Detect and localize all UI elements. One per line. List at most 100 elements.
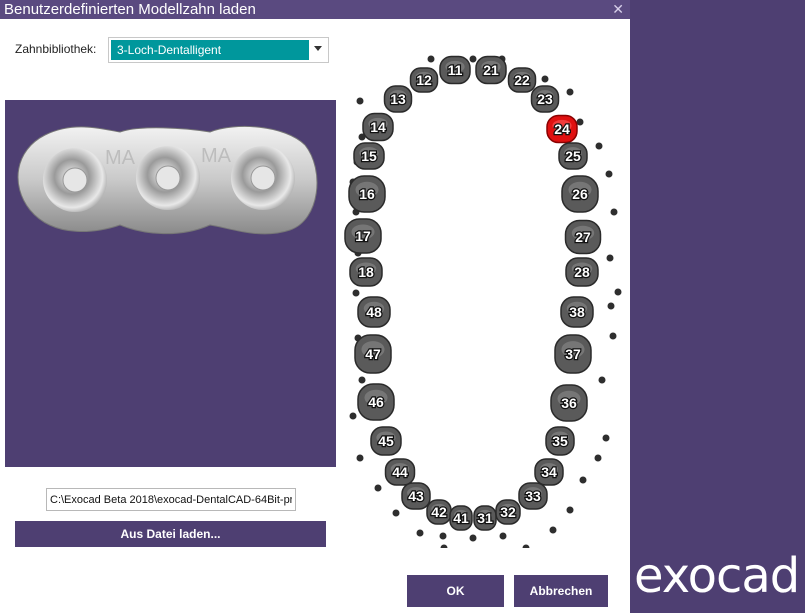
tooth-marker-dot (356, 454, 364, 462)
exocad-logo: exocad (634, 548, 800, 604)
load-from-file-button[interactable]: Aus Datei laden... (15, 521, 326, 547)
tooth-marker-dot (469, 55, 477, 63)
tooth-marker-dot (595, 142, 603, 150)
tooth-34[interactable]: 34 (534, 458, 564, 486)
tooth-number-label: 37 (565, 346, 581, 362)
tooth-number-label: 31 (477, 510, 493, 526)
library-select[interactable]: 3-Loch-Dentalligent (108, 37, 329, 63)
tooth-marker-dot (614, 288, 622, 296)
cancel-button[interactable]: Abbrechen (514, 575, 608, 607)
tooth-marker-dot (594, 454, 602, 462)
tooth-marker-dot (392, 509, 400, 517)
tooth-number-label: 18 (358, 264, 374, 280)
engraving-text: MA (201, 145, 232, 167)
tooth-number-label: 28 (574, 264, 590, 280)
tooth-marker-dot (356, 97, 364, 105)
tooth-number-label: 48 (366, 304, 382, 320)
tooth-14[interactable]: 14 (362, 112, 394, 142)
tooth-number-label: 25 (565, 148, 581, 164)
tooth-24[interactable]: 24 (546, 114, 578, 144)
tooth-marker-dot (374, 484, 382, 492)
tooth-marker-dot (576, 118, 584, 126)
tooth-number-label: 12 (416, 72, 432, 88)
tooth-12[interactable]: 12 (409, 67, 439, 93)
tooth-41[interactable]: 41 (449, 505, 473, 531)
dialog: Benutzerdefinierten Modellzahn laden ✕ Z… (0, 0, 630, 613)
tooth-marker-dot (605, 170, 613, 178)
tooth-number-label: 27 (575, 229, 591, 245)
tooth-number-label: 46 (368, 394, 384, 410)
tooth-marker-dot (499, 532, 507, 540)
tooth-marker-dot (566, 88, 574, 96)
tooth-33[interactable]: 33 (518, 482, 548, 510)
tooth-18[interactable]: 18 (349, 257, 383, 287)
tooth-marker-dot (469, 534, 477, 542)
tooth-number-label: 38 (569, 304, 585, 320)
tooth-35[interactable]: 35 (545, 426, 575, 456)
tooth-marker-dot (598, 376, 606, 384)
window-title: Benutzerdefinierten Modellzahn laden (4, 1, 256, 18)
tooth-38[interactable]: 38 (560, 296, 594, 328)
tooth-marker-dot (607, 302, 615, 310)
tooth-11[interactable]: 11 (439, 55, 471, 85)
tooth-23[interactable]: 23 (530, 85, 560, 113)
tooth-number-label: 17 (355, 228, 371, 244)
close-icon[interactable]: ✕ (612, 0, 624, 18)
tooth-32[interactable]: 32 (495, 499, 521, 525)
tooth-number-label: 24 (554, 121, 570, 137)
chevron-down-icon[interactable] (314, 46, 322, 51)
tooth-16[interactable]: 16 (348, 175, 386, 213)
tooth-36[interactable]: 36 (550, 384, 588, 422)
tooth-22[interactable]: 22 (507, 67, 537, 93)
ok-button[interactable]: OK (407, 575, 504, 607)
tooth-31[interactable]: 31 (473, 505, 497, 531)
tooth-28[interactable]: 28 (565, 257, 599, 287)
tooth-marker-dot (358, 376, 366, 384)
tooth-21[interactable]: 21 (475, 55, 507, 85)
dental-chart: 18 17 16 15 14 13 12 11 21 22 2324 25 26 27 28 48 47 46 45… (344, 55, 622, 548)
tooth-number-label: 33 (525, 488, 541, 504)
file-path-field[interactable] (46, 488, 296, 511)
tooth-15[interactable]: 15 (353, 142, 385, 170)
tooth-25[interactable]: 25 (558, 142, 588, 170)
tooth-48[interactable]: 48 (357, 296, 391, 328)
tooth-46[interactable]: 46 (357, 383, 395, 421)
model-tooth-preview-image: MA MA (17, 125, 318, 235)
tooth-number-label: 21 (483, 62, 499, 78)
tooth-42[interactable]: 42 (426, 499, 452, 525)
tooth-marker-dot (522, 544, 530, 548)
tooth-number-label: 43 (408, 488, 424, 504)
tooth-number-label: 13 (390, 91, 406, 107)
library-selected-value: 3-Loch-Dentalligent (111, 40, 309, 60)
tooth-marker-dot (610, 208, 618, 216)
tooth-number-label: 35 (552, 433, 568, 449)
tooth-marker-dot (352, 289, 360, 297)
tooth-number-label: 42 (431, 504, 447, 520)
tooth-37[interactable]: 37 (554, 334, 592, 374)
tooth-43[interactable]: 43 (401, 482, 431, 510)
tooth-number-label: 11 (448, 62, 463, 78)
tooth-45[interactable]: 45 (370, 426, 402, 456)
tooth-number-label: 23 (537, 91, 553, 107)
tooth-number-label: 34 (541, 464, 557, 480)
tooth-marker-dot (606, 254, 614, 262)
library-label: Zahnbibliothek: (15, 42, 97, 56)
title-bar: Benutzerdefinierten Modellzahn laden ✕ (0, 0, 630, 19)
tooth-marker-dot (566, 506, 574, 514)
tooth-marker-dot (416, 529, 424, 537)
tooth-marker-dot (549, 526, 557, 534)
tooth-47[interactable]: 47 (354, 334, 392, 374)
tooth-number-label: 47 (365, 346, 381, 362)
tooth-27[interactable]: 27 (564, 219, 602, 255)
tooth-number-label: 22 (514, 72, 530, 88)
tooth-marker-dot (602, 434, 610, 442)
tooth-marker-dot (427, 55, 435, 63)
tooth-44[interactable]: 44 (384, 458, 416, 486)
tooth-number-label: 26 (572, 186, 588, 202)
tooth-number-label: 15 (361, 148, 377, 164)
tooth-17[interactable]: 17 (344, 218, 382, 254)
tooth-26[interactable]: 26 (561, 175, 599, 213)
tooth-13[interactable]: 13 (383, 85, 413, 113)
tooth-number-label: 45 (378, 433, 394, 449)
model-preview: MA MA (5, 100, 336, 467)
